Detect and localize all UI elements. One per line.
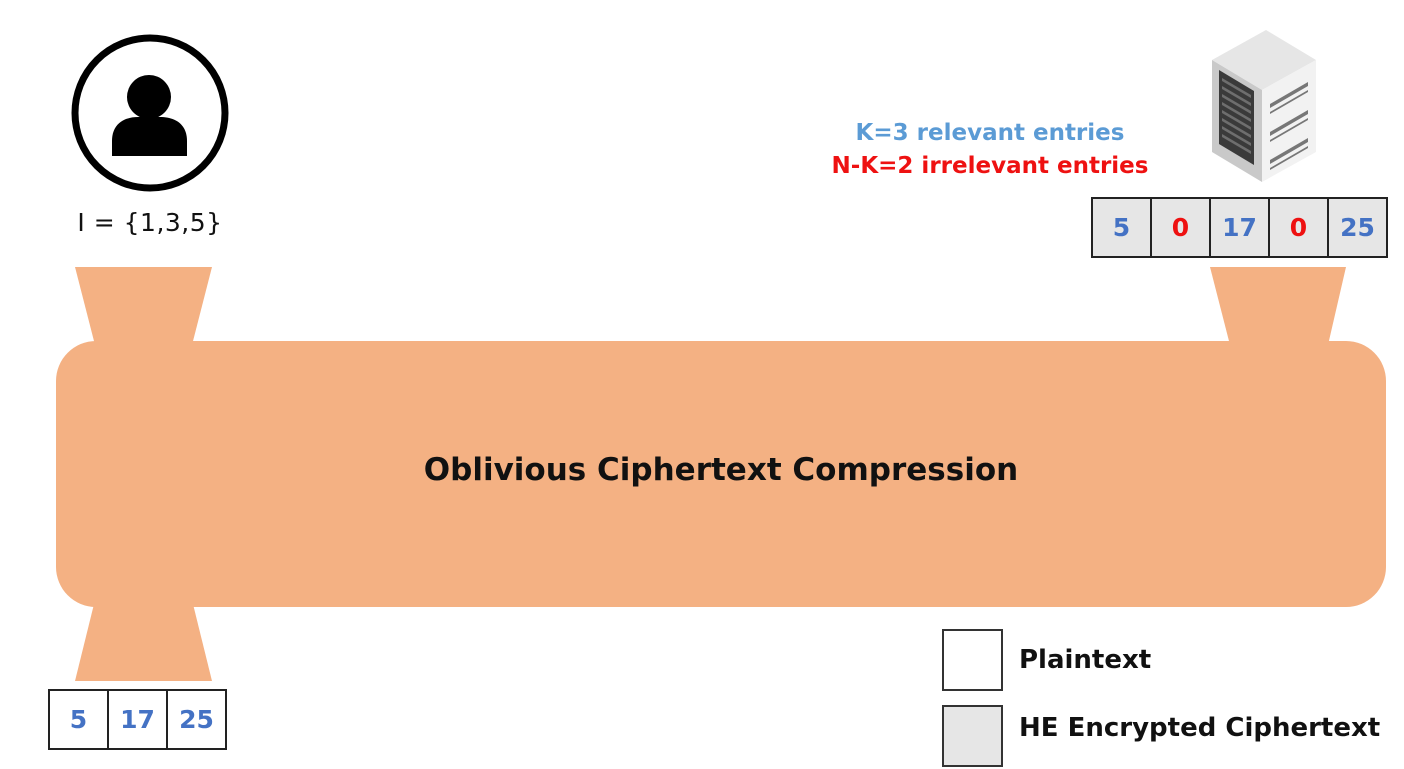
server-cell: 0	[1150, 197, 1211, 258]
legend-plaintext-swatch	[942, 629, 1003, 691]
user-input-funnel	[75, 267, 212, 345]
server-ciphertext-array: 5 0 17 0 25	[1091, 197, 1388, 258]
relevant-count-label: K=3 relevant entries	[855, 120, 1125, 146]
legend-plaintext-label: Plaintext	[1019, 645, 1152, 675]
legend-ciphertext-label: HE Encrypted Ciphertext	[1019, 713, 1381, 743]
legend-ciphertext-swatch	[942, 705, 1003, 767]
user-icon	[71, 34, 229, 192]
server-input-funnel	[1210, 267, 1346, 345]
server-cell: 25	[1327, 197, 1388, 258]
output-cell: 25	[166, 689, 227, 750]
server-cell: 5	[1091, 197, 1152, 258]
server-cell: 17	[1209, 197, 1270, 258]
irrelevant-count-label: N-K=2 irrelevant entries	[831, 153, 1149, 179]
output-cell: 5	[48, 689, 109, 750]
server-cell: 0	[1268, 197, 1329, 258]
user-index-set: I = {1,3,5}	[77, 208, 223, 237]
output-plaintext-array: 5 17 25	[48, 689, 227, 750]
output-cell: 17	[107, 689, 168, 750]
server-icon	[1212, 30, 1316, 182]
compression-label: Oblivious Ciphertext Compression	[423, 452, 1019, 488]
output-funnel	[75, 600, 212, 681]
